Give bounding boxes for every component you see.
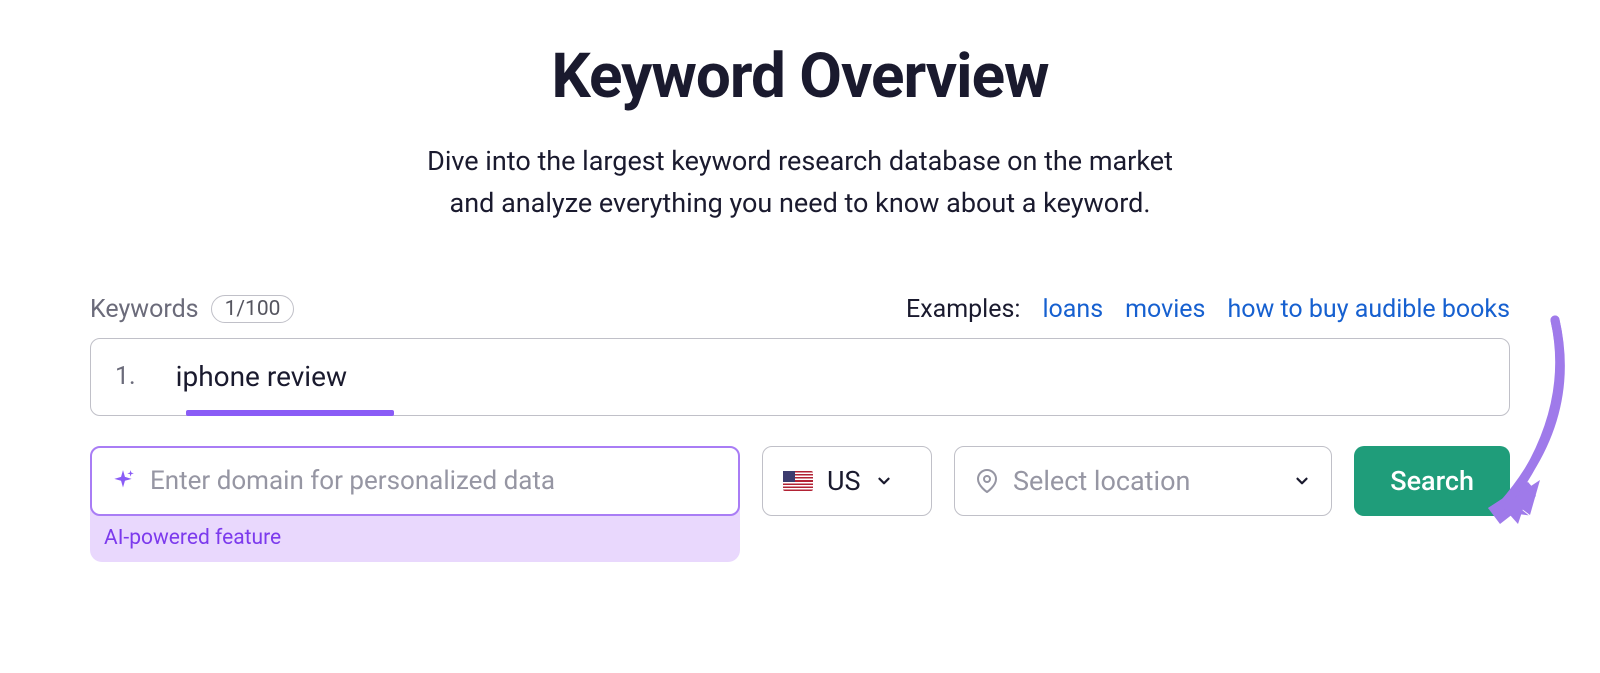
keyword-input[interactable] — [176, 360, 1376, 393]
page-subtitle: Dive into the largest keyword research d… — [90, 141, 1510, 225]
ai-feature-label: AI-powered feature — [90, 516, 740, 554]
page-title: Keyword Overview — [90, 40, 1510, 113]
keywords-counter-group: Keywords 1/100 — [90, 295, 294, 324]
ai-feature-box: AI-powered feature — [90, 446, 740, 562]
example-link-audible[interactable]: how to buy audible books — [1227, 295, 1510, 324]
keyword-input-row[interactable]: 1. — [90, 338, 1510, 416]
examples-label: Examples: — [906, 295, 1020, 324]
location-placeholder: Select location — [1013, 465, 1279, 497]
subtitle-line-1: Dive into the largest keyword research d… — [427, 145, 1173, 177]
examples-group: Examples: loans movies how to buy audibl… — [906, 295, 1510, 324]
chevron-down-icon — [875, 472, 893, 490]
keyword-highlight-underline — [186, 410, 394, 416]
flag-us-icon — [783, 471, 813, 491]
country-select[interactable]: US — [762, 446, 932, 516]
subtitle-line-2: and analyze everything you need to know … — [450, 187, 1151, 219]
location-select[interactable]: Select location — [954, 446, 1332, 516]
sparkle-icon — [110, 468, 136, 494]
country-label: US — [827, 465, 861, 497]
keywords-count-badge: 1/100 — [211, 295, 295, 323]
keywords-label: Keywords — [90, 295, 199, 324]
domain-input-wrap[interactable] — [90, 446, 740, 516]
location-pin-icon — [975, 469, 999, 493]
example-link-loans[interactable]: loans — [1042, 295, 1103, 324]
search-button[interactable]: Search — [1354, 446, 1510, 516]
example-link-movies[interactable]: movies — [1125, 295, 1205, 324]
domain-input[interactable] — [150, 466, 720, 496]
keyword-index: 1. — [115, 362, 136, 391]
chevron-down-icon — [1293, 472, 1311, 490]
